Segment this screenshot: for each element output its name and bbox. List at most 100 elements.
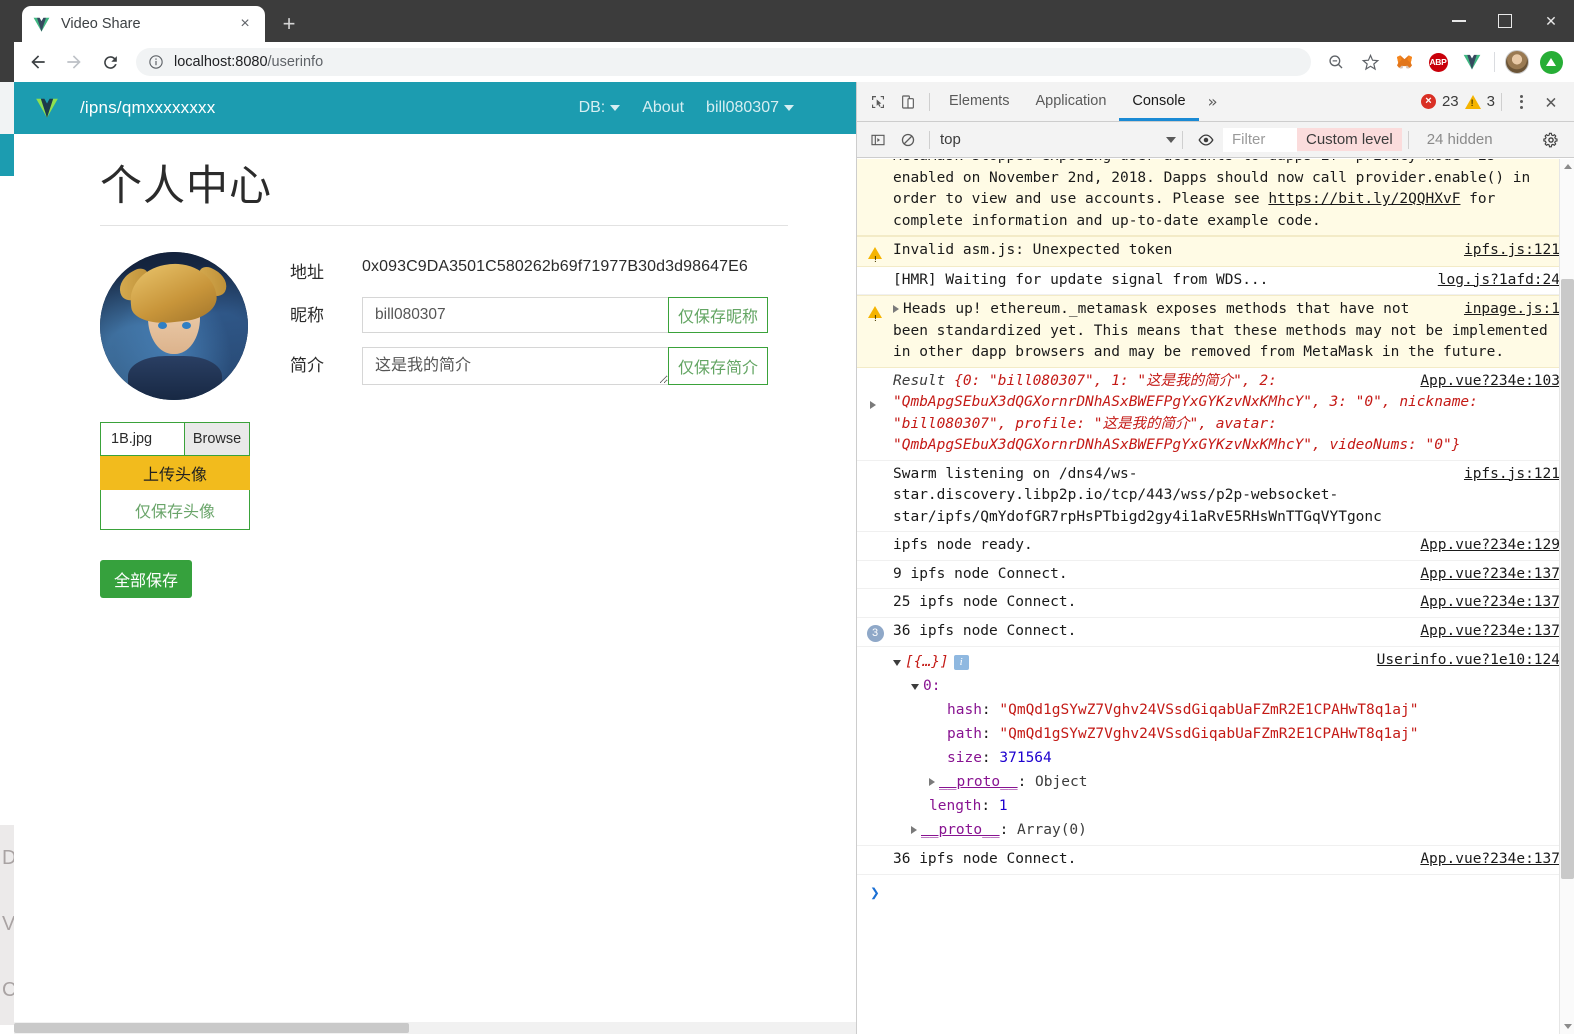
message-source-link[interactable]: inpage.js:1: [1464, 299, 1560, 321]
bookmark-star-icon[interactable]: [1355, 47, 1385, 77]
save-profile-button[interactable]: 仅保存简介: [668, 347, 768, 385]
save-all-button[interactable]: 全部保存: [100, 560, 192, 598]
tree-proto-row[interactable]: __proto__: Object: [893, 770, 1560, 794]
collapse-arrow-icon[interactable]: [893, 660, 901, 666]
console-scrollbar[interactable]: [1559, 159, 1574, 1034]
message-source-link[interactable]: App.vue?234e:103: [1420, 371, 1560, 393]
tab-console[interactable]: Console: [1119, 82, 1198, 121]
console-message[interactable]: App.vue?234e:137 9 ipfs node Connect.: [857, 561, 1574, 589]
scroll-up-arrow-icon[interactable]: [1560, 159, 1574, 174]
cursor-inspect-icon[interactable]: [863, 88, 893, 116]
message-body: 36 ipfs node Connect.: [893, 622, 1077, 639]
console-message[interactable]: MetaMask stopped exposing user accounts …: [857, 159, 1574, 236]
save-nickname-button[interactable]: 仅保存昵称: [668, 297, 768, 333]
error-count[interactable]: 23: [1442, 93, 1459, 110]
zoom-search-icon[interactable]: [1321, 47, 1351, 77]
nickname-input[interactable]: [362, 297, 668, 333]
back-arrow-icon[interactable]: [20, 44, 56, 80]
page-horizontal-scrollbar[interactable]: [14, 1022, 856, 1034]
vue-devtools-icon[interactable]: [1457, 47, 1487, 77]
console-filter-input[interactable]: Filter: [1223, 127, 1297, 152]
proto-value: Array(0): [1017, 822, 1087, 838]
collapse-arrow-icon[interactable]: [911, 684, 919, 690]
address-bar[interactable]: localhost:8080/userinfo: [136, 48, 1311, 76]
console-prompt[interactable]: ❯: [857, 875, 1574, 911]
console-message[interactable]: log.js?1afd:24 [HMR] Waiting for update …: [857, 267, 1574, 295]
upload-avatar-button[interactable]: 上传头像: [100, 456, 250, 490]
browser-tab[interactable]: Video Share ×: [22, 6, 265, 42]
scroll-down-arrow-icon[interactable]: [1560, 1019, 1574, 1034]
console-message[interactable]: inpage.js:1 Heads up! ethereum._metamask…: [857, 295, 1574, 368]
console-object-tree[interactable]: Userinfo.vue?1e10:124 [{…}] i 0: hash: "Q…: [857, 647, 1574, 846]
message-source-link[interactable]: App.vue?234e:137: [1420, 621, 1560, 643]
nav-item-user[interactable]: bill080307: [706, 99, 794, 117]
execution-context-select[interactable]: top: [936, 131, 1176, 148]
forward-arrow-icon[interactable]: [56, 44, 92, 80]
app-brand-link[interactable]: /ipns/qmxxxxxxxx: [80, 98, 215, 118]
expand-arrow-icon[interactable]: [929, 778, 935, 786]
nav-item-about[interactable]: About: [642, 99, 684, 117]
expand-arrow-icon[interactable]: [893, 305, 899, 313]
console-sidebar-icon[interactable]: [863, 126, 893, 154]
window-maximize-button[interactable]: [1482, 0, 1528, 42]
page-scroll-thumb[interactable]: [14, 1023, 409, 1033]
tab-close-icon[interactable]: ×: [235, 14, 255, 34]
update-chrome-icon[interactable]: [1536, 47, 1566, 77]
console-message[interactable]: 3 App.vue?234e:137 36 ipfs node Connect.: [857, 618, 1574, 647]
console-message[interactable]: App.vue?234e:137 36 ipfs node Connect.: [857, 846, 1574, 875]
message-text: App.vue?234e:137 36 ipfs node Connect.: [893, 621, 1560, 644]
address-row: 地址 0x093C9DA3501C580262b69f71977B30d3d98…: [290, 254, 856, 283]
more-tabs-icon[interactable]: »: [1199, 92, 1227, 111]
tab-application[interactable]: Application: [1022, 82, 1119, 121]
clear-console-icon[interactable]: [893, 126, 923, 154]
message-source-link[interactable]: log.js?1afd:24: [1438, 270, 1560, 292]
info-badge-icon[interactable]: i: [953, 654, 969, 670]
console-message[interactable]: ipfs.js:121 Invalid asm.js: Unexpected t…: [857, 236, 1574, 271]
info-circle-icon[interactable]: [148, 54, 164, 70]
profile-textarea[interactable]: 这是我的简介: [362, 347, 668, 385]
tree-index-row[interactable]: 0:: [893, 674, 1560, 698]
console-message[interactable]: App.vue?234e:129 ipfs node ready.: [857, 532, 1574, 561]
live-expression-icon[interactable]: [1189, 131, 1223, 149]
warning-icon: [857, 240, 893, 271]
message-source-link[interactable]: App.vue?234e:137: [1420, 564, 1560, 586]
nav-item-db[interactable]: DB:: [579, 99, 621, 117]
expand-arrow-icon[interactable]: [857, 371, 893, 457]
console-message[interactable]: ipfs.js:121 Swarm listening on /dns4/ws-…: [857, 461, 1574, 532]
message-source-link[interactable]: ipfs.js:121: [1464, 240, 1560, 262]
metamask-fox-icon[interactable]: [1389, 47, 1419, 77]
message-source-link[interactable]: App.vue?234e:137: [1420, 592, 1560, 614]
window-close-button[interactable]: ✕: [1528, 0, 1574, 42]
file-picker[interactable]: 1B.jpg Browse: [100, 422, 250, 456]
message-source-link[interactable]: App.vue?234e:137: [1420, 849, 1560, 871]
console-message[interactable]: App.vue?234e:137 25 ipfs node Connect.: [857, 589, 1574, 618]
reload-icon[interactable]: [92, 44, 128, 80]
save-avatar-only-button[interactable]: 仅保存头像: [100, 490, 250, 530]
new-tab-button[interactable]: +: [276, 12, 302, 38]
device-toolbar-icon[interactable]: [893, 88, 923, 116]
vue-logo-icon: [32, 15, 51, 34]
tab-elements[interactable]: Elements: [936, 82, 1022, 121]
adblock-plus-icon[interactable]: ABP: [1423, 47, 1453, 77]
profile-avatar-icon[interactable]: [1502, 47, 1532, 77]
tree-proto-row[interactable]: __proto__: Array(0): [893, 818, 1560, 842]
more-options-icon[interactable]: [1508, 94, 1534, 109]
message-text: App.vue?234e:103 Result {0: "bill080307"…: [893, 371, 1560, 457]
warning-count[interactable]: 3: [1487, 93, 1495, 110]
message-source-link[interactable]: ipfs.js:121: [1464, 464, 1560, 486]
expand-arrow-icon[interactable]: [911, 826, 917, 834]
bitly-link[interactable]: https://bit.ly/2QQHXvF: [1268, 191, 1460, 207]
message-source-link[interactable]: Userinfo.vue?1e10:124: [1377, 650, 1560, 672]
repeat-count: 3: [866, 624, 884, 642]
scroll-thumb[interactable]: [1561, 279, 1574, 879]
console-message[interactable]: App.vue?234e:103 Result {0: "bill080307"…: [857, 368, 1574, 461]
console-messages[interactable]: MetaMask stopped exposing user accounts …: [857, 159, 1574, 1034]
log-level-select[interactable]: Custom level: [1297, 128, 1402, 151]
devtools-close-icon[interactable]: ✕: [1534, 91, 1568, 113]
filterbar-divider: [929, 130, 930, 149]
message-source-link[interactable]: App.vue?234e:129: [1420, 535, 1560, 557]
page-viewport: /ipns/qmxxxxxxxx DB: About bill080307 个人…: [14, 82, 1574, 1034]
browse-button[interactable]: Browse: [184, 422, 250, 456]
window-minimize-button[interactable]: [1436, 0, 1482, 42]
gear-icon[interactable]: [1534, 131, 1568, 149]
